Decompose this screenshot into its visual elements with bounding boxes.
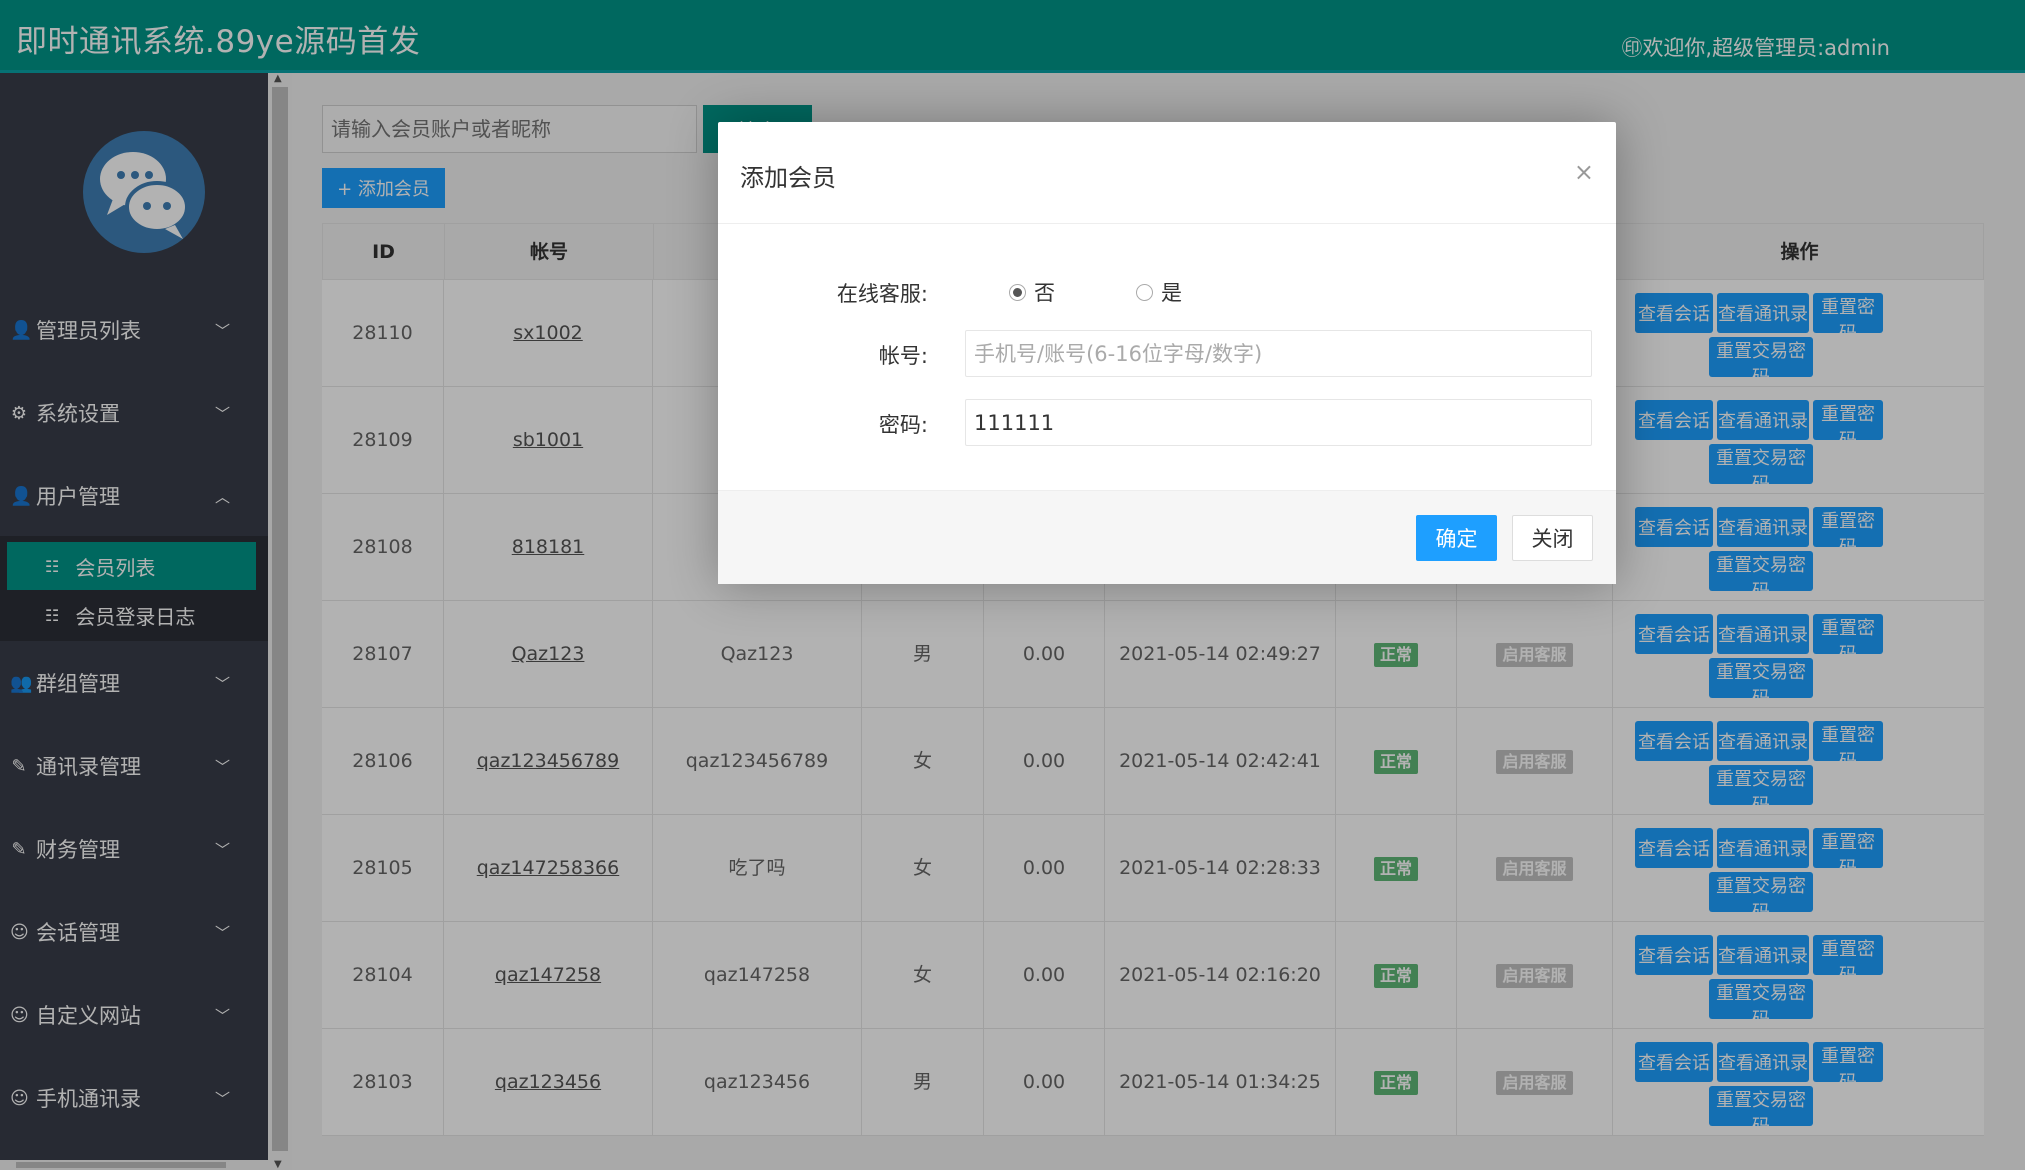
password-label: 密码: [878,413,928,437]
close-icon[interactable]: × [1574,158,1594,186]
password-field[interactable] [965,399,1592,446]
add-member-dialog: 添加会员 × 在线客服: 否 是 帐号: 密码: 确定 关闭 [718,122,1616,584]
online-service-label: 在线客服: [836,282,928,306]
confirm-button[interactable]: 确定 [1416,515,1497,561]
dialog-header: 添加会员 × [718,122,1616,224]
account-label: 帐号: [878,344,928,368]
close-button[interactable]: 关闭 [1512,515,1593,561]
dialog-footer: 确定 关闭 [718,490,1616,584]
account-field[interactable] [965,330,1592,377]
radio-unchecked-icon [1136,283,1153,301]
online-service-radio-yes[interactable]: 是 [1136,277,1182,307]
radio-checked-icon [1009,283,1026,301]
online-service-radio-no[interactable]: 否 [1009,277,1055,307]
dialog-title: 添加会员 [740,164,836,192]
